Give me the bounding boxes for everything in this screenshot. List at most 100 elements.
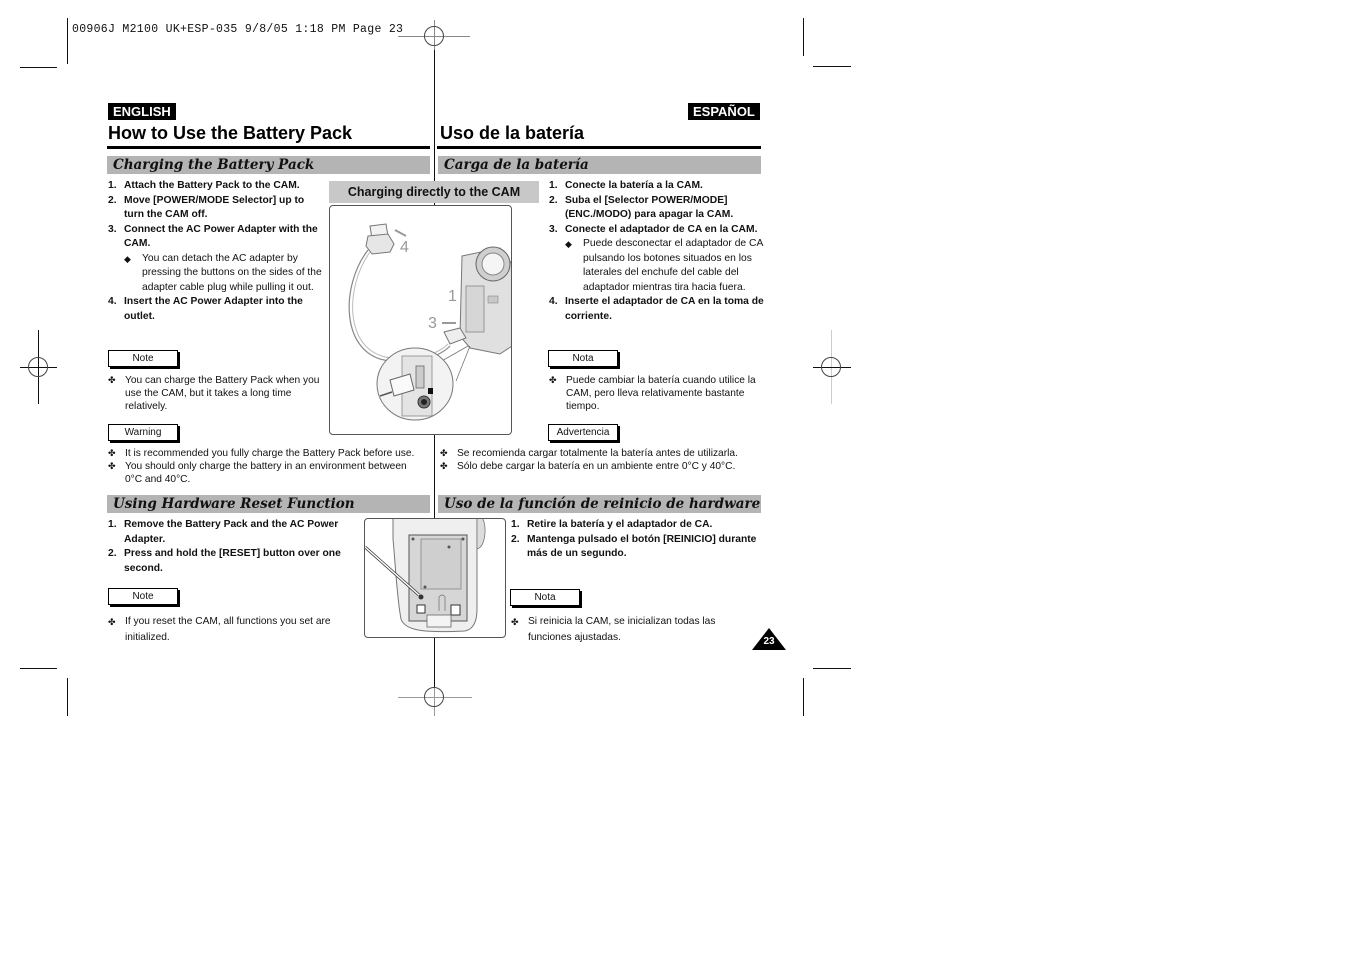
english-reset-heading: Using Hardware Reset Function [107, 495, 430, 513]
english-warning-label: Warning [108, 424, 178, 441]
spanish-reset-heading: Uso de la función de reinicio de hardwar… [438, 495, 761, 513]
print-slug: 00906J M2100 UK+ESP-035 9/8/05 1:18 PM P… [72, 23, 404, 36]
english-title-rule [107, 146, 430, 149]
english-reset-note-label: Note [108, 588, 178, 605]
step-text: Insert the AC Power Adapter into the out… [124, 296, 303, 322]
crop-mark [803, 678, 804, 716]
spanish-note-list: ✤ Puede cambiar la batería cuando utilice… [549, 374, 764, 413]
registration-mark [28, 357, 48, 377]
cross-bullet-icon: ✤ [549, 375, 557, 385]
spanish-warning-label: Advertencia [548, 424, 618, 441]
step-number: 2. [511, 533, 520, 545]
step-item: 2. Suba el [Selector POWER/MODE] (ENC./MO… [549, 194, 764, 223]
note-item: ✤ You can charge the Battery Pack when yo… [108, 374, 323, 413]
spanish-reset-note-label: Nota [510, 589, 580, 606]
step-text: Press and hold the [RESET] button over o… [124, 548, 341, 574]
step-item: 2. Move [POWER/MODE Selector] up to turn … [108, 194, 323, 223]
step-text: Remove the Battery Pack and the AC Power… [124, 519, 339, 545]
step-item: 1. Remove the Battery Pack and the AC Pow… [108, 518, 348, 547]
english-reset-note-list: ✤ If you reset the CAM, all functions you… [108, 614, 343, 646]
step-number: 1. [511, 519, 520, 530]
step-item: 4. Insert the AC Power Adapter into the o… [108, 295, 323, 324]
spanish-page-title: Uso de la batería [440, 123, 585, 143]
spanish-reset-note-list: ✤ Si reinicia la CAM, se inicializan toda… [511, 614, 726, 646]
cross-bullet-icon: ✤ [511, 617, 519, 627]
warning-item: ✤ Sólo debe cargar la batería en un ambie… [440, 460, 760, 473]
step-text: Suba el [Selector POWER/MODE] (ENC./MODO… [565, 194, 734, 221]
step-text: Inserte el adaptador de CA en la toma de… [565, 296, 764, 322]
english-badge: ENGLISH [108, 103, 176, 120]
step-text: Conecte la batería a la CAM. [565, 180, 703, 191]
note-item: ✤ Si reinicia la CAM, se inicializan toda… [511, 614, 726, 646]
sub-note-text: You can detach the AC adapter by pressin… [142, 252, 322, 293]
step-item: 4. Inserte el adaptador de CA en la toma … [549, 295, 764, 324]
crop-mark [813, 668, 851, 669]
page-number-badge: 23 [752, 628, 786, 650]
step-item: 1. Conecte la batería a la CAM. [549, 179, 764, 194]
callout-4: 4 [400, 239, 409, 256]
english-warning-list: ✤ It is recommended you fully charge the … [108, 447, 423, 486]
crop-mark [803, 18, 804, 56]
crop-mark [67, 18, 68, 64]
spanish-charging-heading: Carga de la batería [438, 156, 761, 174]
step-text: Conecte el adaptador de CA en la CAM. [565, 223, 758, 235]
cross-bullet-icon: ✤ [108, 617, 116, 627]
crop-mark [20, 668, 57, 669]
reset-button-icon [418, 594, 424, 600]
step-number: 3. [108, 223, 117, 235]
cross-bullet-icon: ✤ [440, 461, 448, 471]
warning-item: ✤ You should only charge the battery in a… [108, 460, 423, 486]
warning-text: Sólo debe cargar la batería en un ambien… [457, 461, 736, 472]
english-note-label: Note [108, 350, 178, 367]
registration-mark [821, 357, 841, 377]
step-number: 1. [108, 180, 117, 191]
step-number: 1. [108, 519, 117, 530]
english-reset-steps: 1. Remove the Battery Pack and the AC Pow… [108, 518, 348, 576]
cross-bullet-icon: ✤ [108, 461, 116, 471]
step-item: 2. Mantenga pulsado el botón [REINICIO] d… [511, 533, 766, 562]
note-text: Puede cambiar la batería cuando utilice … [566, 375, 756, 412]
warning-text: You should only charge the battery in an… [125, 461, 407, 485]
step-number: 3. [549, 223, 558, 235]
english-charging-heading: Charging the Battery Pack [107, 156, 430, 174]
english-page-title: How to Use the Battery Pack [108, 123, 353, 143]
step-text: Connect the AC Power Adapter with the CA… [124, 223, 318, 250]
spanish-badge: ESPAÑOL [688, 103, 760, 120]
sub-note: ◆ You can detach the AC adapter by pressi… [108, 252, 323, 296]
crop-mark [20, 67, 57, 68]
step-item: 3. Connect the AC Power Adapter with the … [108, 223, 323, 252]
crop-mark [67, 678, 68, 716]
spanish-warning-list: ✤ Se recomienda cargar totalmente la bate… [440, 447, 760, 473]
step-item: 2. Press and hold the [RESET] button over… [108, 547, 348, 576]
step-number: 4. [549, 296, 558, 307]
charging-illustration: 4 1 3 [329, 205, 513, 435]
crop-mark [813, 66, 851, 67]
step-text: Attach the Battery Pack to the CAM. [124, 180, 300, 191]
step-number: 2. [108, 548, 117, 559]
note-text: Si reinicia la CAM, se inicializan todas… [528, 616, 716, 643]
illustration-heading: Charging directly to the CAM [329, 181, 539, 203]
step-text: Move [POWER/MODE Selector] up to turn th… [124, 194, 305, 221]
diamond-bullet-icon: ◆ [565, 239, 572, 249]
step-number: 1. [549, 180, 558, 191]
camcorder-icon [459, 246, 513, 355]
step-number: 2. [108, 194, 117, 206]
spanish-title-rule [437, 146, 761, 149]
sub-note: ◆ Puede desconectar el adaptador de CA pu… [549, 237, 764, 295]
step-number: 2. [549, 194, 558, 206]
note-text: If you reset the CAM, all functions you … [125, 616, 331, 643]
cross-bullet-icon: ✤ [108, 448, 116, 458]
english-note-list: ✤ You can charge the Battery Pack when yo… [108, 374, 323, 413]
step-item: 1. Retire la batería y el adaptador de CA… [511, 518, 766, 533]
english-charging-steps: 1. Attach the Battery Pack to the CAM. 2.… [108, 179, 323, 324]
sub-note-text: Puede desconectar el adaptador de CA pul… [583, 238, 763, 293]
note-item: ✤ Puede cambiar la batería cuando utilice… [549, 374, 764, 413]
step-item: 3. Conecte el adaptador de CA en la CAM. [549, 223, 764, 238]
note-text: You can charge the Battery Pack when you… [125, 375, 320, 412]
warning-text: It is recommended you fully charge the B… [125, 448, 415, 459]
registration-mark [424, 687, 444, 707]
ac-adapter-icon [365, 223, 395, 255]
step-number: 4. [108, 296, 117, 307]
callout-3: 3 [428, 315, 437, 332]
camcorder-charging-diagram: 4 1 3 [348, 223, 513, 421]
